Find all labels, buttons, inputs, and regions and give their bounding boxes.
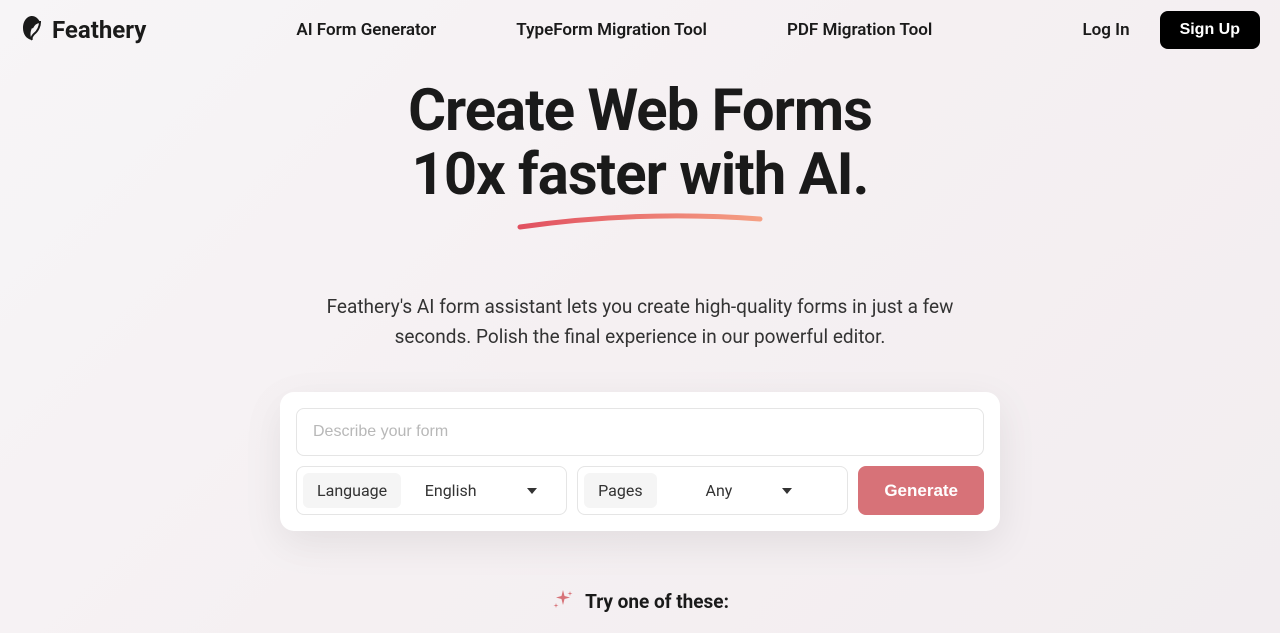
form-card: Language English Pages Any Generate	[280, 392, 1000, 531]
chevron-down-icon	[527, 488, 537, 494]
signup-button[interactable]: Sign Up	[1160, 11, 1260, 49]
generate-button[interactable]: Generate	[858, 466, 984, 515]
login-link[interactable]: Log In	[1082, 20, 1129, 40]
hero-title-line2: 10x faster with AI.	[412, 141, 869, 209]
language-label: Language	[303, 473, 401, 508]
nav-typeform-migration[interactable]: TypeForm Migration Tool	[516, 20, 707, 40]
pages-value: Any	[706, 481, 733, 500]
nav-ai-form-generator[interactable]: AI Form Generator	[296, 20, 436, 40]
nav-links: AI Form Generator TypeForm Migration Too…	[296, 20, 932, 40]
hero-title-line1: Create Web Forms	[408, 77, 872, 145]
language-select-group: Language English	[296, 466, 567, 515]
underline-decoration-icon	[515, 212, 765, 232]
language-value: English	[425, 481, 477, 500]
pages-label: Pages	[584, 473, 656, 508]
feathery-logo-icon	[20, 14, 44, 46]
header: Feathery AI Form Generator TypeForm Migr…	[0, 0, 1280, 60]
hero-subtitle: Feathery's AI form assistant lets you cr…	[310, 292, 970, 353]
sparkle-icon	[551, 587, 575, 615]
chevron-down-icon	[782, 488, 792, 494]
logo[interactable]: Feathery	[20, 14, 146, 46]
try-heading: Try one of these:	[585, 590, 729, 613]
pages-select-group: Pages Any	[577, 466, 848, 515]
logo-text: Feathery	[52, 16, 146, 44]
describe-form-input[interactable]	[296, 408, 984, 456]
hero-section: Create Web Forms 10x faster with AI. Fea…	[0, 60, 1280, 615]
pages-select[interactable]: Any	[657, 481, 842, 500]
controls-row: Language English Pages Any Generate	[296, 466, 984, 515]
language-select[interactable]: English	[401, 481, 560, 500]
try-section: Try one of these:	[0, 587, 1280, 615]
nav-pdf-migration[interactable]: PDF Migration Tool	[787, 20, 932, 40]
auth-actions: Log In Sign Up	[1082, 11, 1260, 49]
hero-title: Create Web Forms 10x faster with AI.	[0, 80, 1280, 208]
